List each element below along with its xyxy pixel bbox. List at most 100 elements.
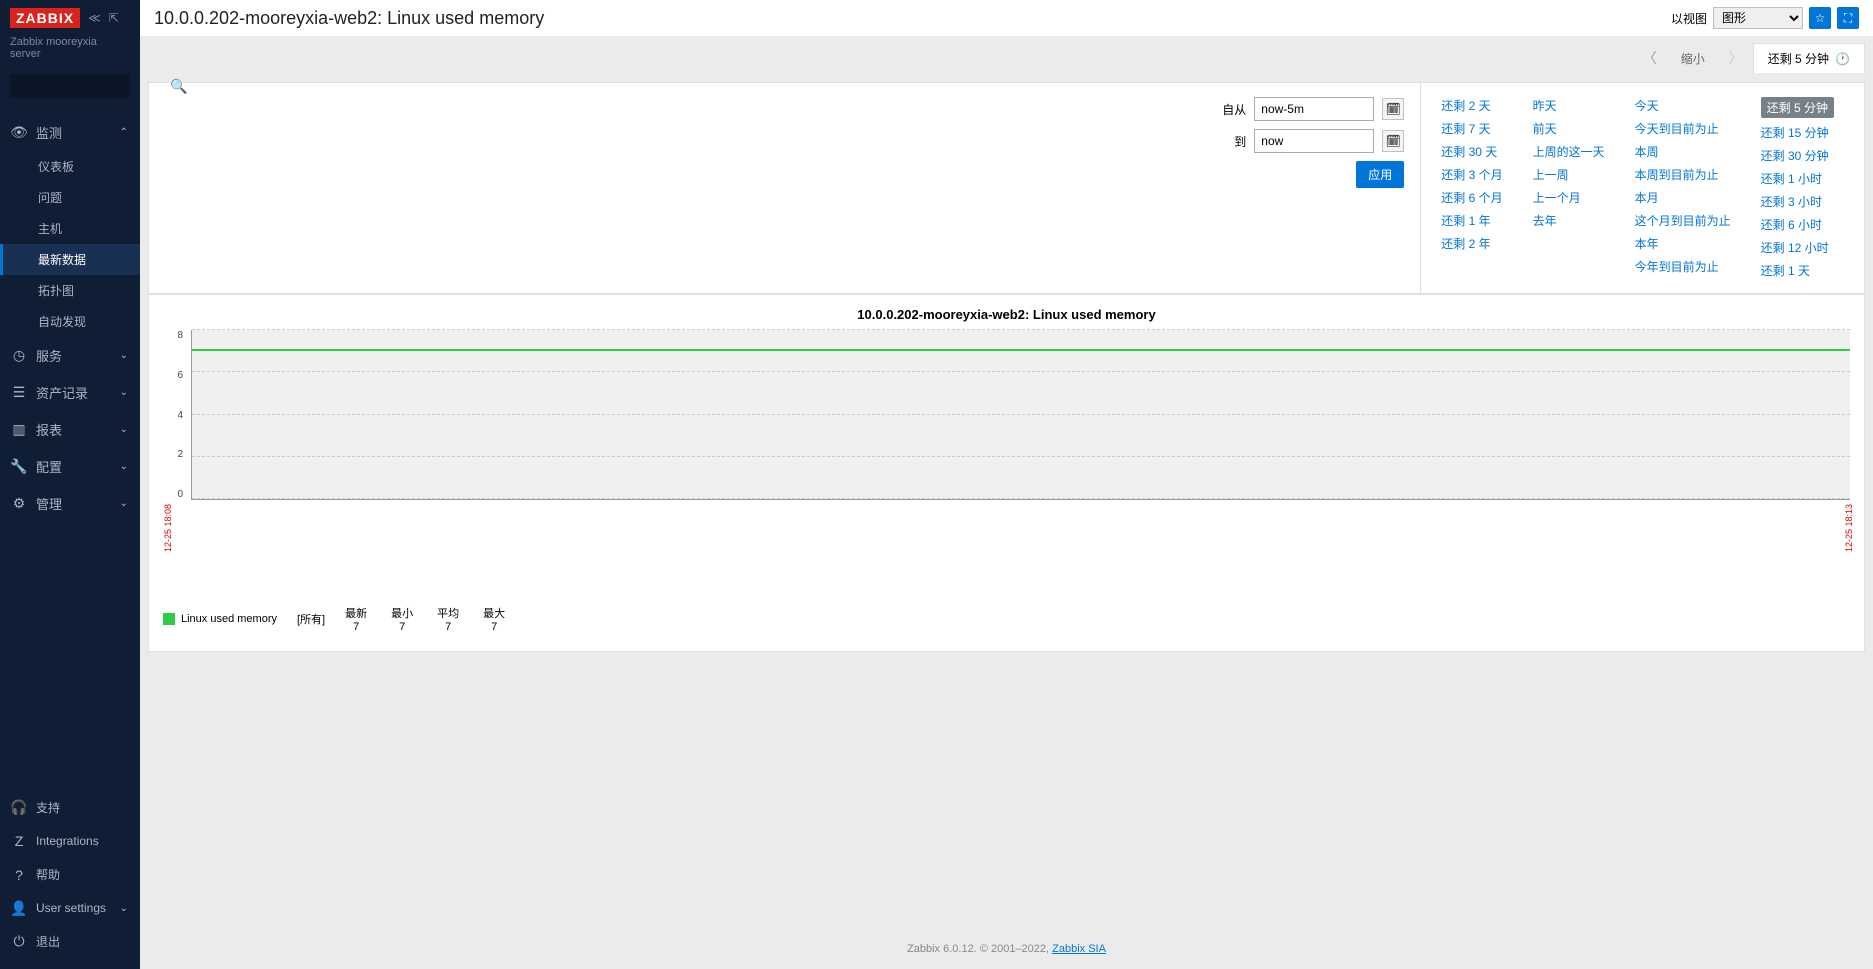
to-calendar-button[interactable]: 🗓 <box>1382 130 1404 152</box>
preset-link[interactable]: 还剩 1 天 <box>1761 262 1834 279</box>
to-input[interactable] <box>1254 129 1374 153</box>
nav-monitoring[interactable]: 👁 监测 ⌃ <box>0 114 140 151</box>
stat-max-val: 7 <box>483 621 505 633</box>
from-calendar-button[interactable]: 🗓 <box>1382 98 1404 120</box>
nav-user-settings[interactable]: 👤User settings⌄ <box>0 892 140 924</box>
nav-label: 配置 <box>36 457 62 476</box>
preset-link[interactable]: 去年 <box>1533 212 1605 229</box>
y-tick: 8 <box>163 330 183 341</box>
nav-sub-item[interactable]: 主机 <box>0 213 140 244</box>
nav-label: 退出 <box>36 933 60 950</box>
nav-help[interactable]: ?帮助 <box>0 857 140 892</box>
preset-link[interactable]: 上周的这一天 <box>1533 143 1605 160</box>
footer-link[interactable]: Zabbix SIA <box>1052 943 1106 955</box>
nav-inventory[interactable]: ☰ 资产记录 ⌄ <box>0 374 140 411</box>
support-icon: 🎧 <box>12 801 26 815</box>
y-tick: 0 <box>163 489 183 500</box>
preset-link[interactable]: 还剩 12 小时 <box>1761 239 1834 256</box>
nav-integrations[interactable]: ZIntegrations <box>0 825 140 857</box>
preset-link[interactable]: 还剩 30 分钟 <box>1761 147 1834 164</box>
hide-icon[interactable]: ⇱ <box>109 11 119 25</box>
preset-link[interactable]: 还剩 6 个月 <box>1441 189 1502 206</box>
user-icon: 👤 <box>12 901 26 915</box>
preset-link[interactable]: 今天到目前为止 <box>1635 120 1731 137</box>
preset-link[interactable]: 还剩 3 小时 <box>1761 193 1834 210</box>
preset-link[interactable]: 本周到目前为止 <box>1635 166 1731 183</box>
preset-link[interactable]: 还剩 1 年 <box>1441 212 1502 229</box>
apply-button[interactable]: 应用 <box>1356 161 1404 188</box>
nav-label: 资产记录 <box>36 383 88 402</box>
view-label: 以视图 <box>1671 10 1707 27</box>
next-button[interactable]: 〉 <box>1719 42 1753 74</box>
chevron-down-icon: ⌄ <box>120 461 128 472</box>
preset-link[interactable]: 本年 <box>1635 235 1731 252</box>
nav-reports[interactable]: ▥ 报表 ⌄ <box>0 411 140 448</box>
nav-config[interactable]: 🔧 配置 ⌄ <box>0 448 140 485</box>
from-input[interactable] <box>1254 97 1374 121</box>
preset-link[interactable]: 本月 <box>1635 189 1731 206</box>
preset-link[interactable]: 还剩 6 小时 <box>1761 216 1834 233</box>
clock-icon: 🕐 <box>1835 52 1850 66</box>
preset-link[interactable]: 今年到目前为止 <box>1635 258 1731 275</box>
clock-icon: ◷ <box>12 349 26 363</box>
preset-link[interactable]: 前天 <box>1533 120 1605 137</box>
preset-link[interactable]: 上一个月 <box>1533 189 1605 206</box>
time-tab-active[interactable]: 还剩 5 分钟 🕐 <box>1753 43 1865 73</box>
nav-services[interactable]: ◷ 服务 ⌄ <box>0 337 140 374</box>
stat-max-label: 最大 <box>483 605 505 621</box>
fullscreen-button[interactable]: ⛶ <box>1837 7 1859 29</box>
y-axis: 86420 <box>163 330 191 500</box>
chevron-down-icon: ⌄ <box>120 424 128 435</box>
preset-link[interactable]: 还剩 7 天 <box>1441 120 1502 137</box>
nav-label: 服务 <box>36 346 62 365</box>
view-select[interactable]: 图形 <box>1713 7 1803 29</box>
zoom-out-button[interactable]: 缩小 <box>1667 44 1719 73</box>
server-name: Zabbix mooreyxia server <box>0 36 140 68</box>
preset-link[interactable]: 上一周 <box>1533 166 1605 183</box>
eye-icon: 👁 <box>12 126 26 140</box>
search-icon[interactable]: 🔍 <box>172 79 186 93</box>
nav-label: 报表 <box>36 420 62 439</box>
header: 10.0.0.202-mooreyxia-web2: Linux used me… <box>140 0 1873 36</box>
preset-link[interactable]: 这个月到目前为止 <box>1635 212 1731 229</box>
search-input[interactable] <box>17 79 172 93</box>
prev-button[interactable]: 〈 <box>1633 42 1667 74</box>
list-icon: ☰ <box>12 386 26 400</box>
nav-sub-item[interactable]: 自动发现 <box>0 306 140 337</box>
search-box[interactable]: 🔍 <box>10 74 130 98</box>
header-right: 以视图 图形 ☆ ⛶ <box>1671 7 1859 29</box>
legend-item: Linux used memory <box>163 613 277 625</box>
preset-link[interactable]: 还剩 15 分钟 <box>1761 124 1834 141</box>
preset-link[interactable]: 今天 <box>1635 97 1731 114</box>
nav-logout[interactable]: ⏻ 退出 <box>0 924 140 959</box>
preset-link[interactable]: 还剩 30 天 <box>1441 143 1502 160</box>
chart-container: 10.0.0.202-mooreyxia-web2: Linux used me… <box>148 294 1865 652</box>
preset-link[interactable]: 还剩 2 年 <box>1441 235 1502 252</box>
logo[interactable]: ZABBIX <box>10 8 80 28</box>
legend-stats: 最新7 最小7 平均7 最大7 <box>345 605 505 633</box>
chevron-down-icon: ⌄ <box>120 350 128 361</box>
preset-link[interactable]: 还剩 1 小时 <box>1761 170 1834 187</box>
plot[interactable] <box>191 330 1850 500</box>
nav-sub-item[interactable]: 拓扑图 <box>0 275 140 306</box>
tab-bar: 〈 缩小 〉 还剩 5 分钟 🕐 <box>140 36 1873 74</box>
stat-avg-val: 7 <box>437 621 459 633</box>
from-label: 自从 <box>1222 101 1246 118</box>
preset-link[interactable]: 还剩 5 分钟 <box>1761 97 1834 118</box>
preset-link[interactable]: 还剩 3 个月 <box>1441 166 1502 183</box>
chart-plot-area: 86420 <box>163 330 1850 500</box>
nav-sub-item[interactable]: 问题 <box>0 182 140 213</box>
preset-link[interactable]: 本周 <box>1635 143 1731 160</box>
nav-sub-item[interactable]: 仪表板 <box>0 151 140 182</box>
collapse-icon[interactable]: ≪ <box>88 11 101 25</box>
nav-sub-item[interactable]: 最新数据 <box>0 244 140 275</box>
favorite-button[interactable]: ☆ <box>1809 7 1831 29</box>
gear-icon: ⚙ <box>12 497 26 511</box>
preset-link[interactable]: 昨天 <box>1533 97 1605 114</box>
preset-link[interactable]: 还剩 2 天 <box>1441 97 1502 114</box>
stat-min-val: 7 <box>391 621 413 633</box>
nav-admin[interactable]: ⚙ 管理 ⌄ <box>0 485 140 522</box>
power-icon: ⏻ <box>12 935 26 949</box>
nav-support[interactable]: 🎧支持 <box>0 790 140 825</box>
legend-name: Linux used memory <box>181 613 277 625</box>
